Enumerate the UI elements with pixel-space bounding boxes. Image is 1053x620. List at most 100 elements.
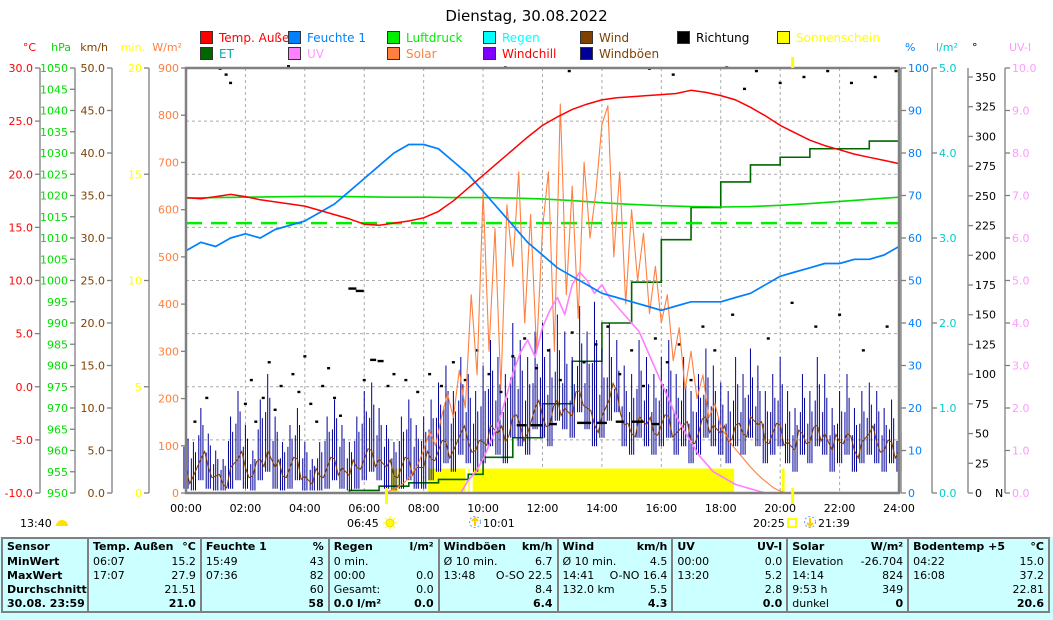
direction-dot [315,420,318,422]
x-tick-label: 16:00 [645,502,677,515]
axis-unit-label: ° [972,41,978,54]
axis-tick-label: 250 [975,190,996,203]
axis-tick-label: 995 [47,296,68,309]
axis-tick-label: 500 [158,251,179,264]
x-tick-label: 24:00 [883,502,915,515]
table-cell: 2.8 [673,583,786,597]
direction-dot [874,76,877,78]
direction-dot [511,355,514,357]
table-cell: 9:53 h349 [788,583,907,597]
axis-tick-label: 980 [47,360,68,373]
direction-dot [303,355,306,357]
axis-tick-label: 990 [47,317,68,330]
sun-moon-markers: 13:4006:4510:0120:2521:39 [20,516,850,530]
direction-dot [339,415,342,417]
direction-dot [814,325,817,327]
direction-dash [517,424,527,426]
axis-: 1009080706050403020100% [901,41,929,500]
axis-tick-label: 970 [47,402,68,415]
sun-moon-time: 06:45 [347,517,379,530]
axis-tick-label: 900 [158,62,179,75]
axis-tick-label: 20.0 [9,168,34,181]
x-tick-label: 22:00 [824,502,856,515]
axis-tick-label: 1015 [40,211,68,224]
axis-tick-label: 25 [975,457,989,470]
direction-dot [630,349,633,351]
table-cell: Gesamt:0.0 [330,583,438,597]
column-header: Windkm/h [559,539,672,555]
direction-dot [452,361,455,363]
x-tick-label: 14:00 [586,502,618,515]
axis-tick-label: 2.0 [1012,402,1030,415]
direction-dot [838,314,841,316]
sun-moon-time: 21:39 [818,517,850,530]
axis-tick-label: 35.0 [81,190,106,203]
x-tick-label: 10:00 [467,502,499,515]
axis-tick-label: 350 [975,71,996,84]
axis-tick-label: 30 [908,360,922,373]
direction-dot [826,70,829,72]
axis-tick-label: 275 [975,160,996,173]
table-cell: 58 [202,597,328,611]
axis-tick-label: 1000 [40,275,68,288]
direction-dot [606,325,609,327]
axis-tick-label: 1050 [40,62,68,75]
direction-dot [205,397,208,399]
axis-unit-label: min. [121,41,145,54]
table-cell: 0 min. [330,555,438,569]
table-cell: 17:0727.9 [89,569,200,583]
plot-area [184,65,901,493]
direction-dot [895,70,898,72]
table-cell: 8.4 [440,583,557,597]
statistics-table: SensorMinWertMaxWertDurchschnitt30.08. 2… [1,537,1050,613]
axis-tick-label: 1005 [40,253,68,266]
direction-dash [616,420,624,422]
column-header: Bodentemp +5°C [909,539,1048,555]
direction-dot [571,331,574,333]
axis-tick-label: 0.0 [88,487,106,500]
axis-unit-label: UV-I [1009,41,1031,54]
column-header: SolarW/m² [788,539,907,555]
axis-tick-label: 1030 [40,147,68,160]
direction-dot [731,314,734,316]
x-tick-label: 06:00 [348,502,380,515]
direction-dot [262,397,265,399]
table-cell: 4.3 [559,597,672,611]
axis-tick-label: 4.0 [939,147,957,160]
axis-tick-label: 45.0 [81,105,106,118]
axis-tick-label: 1025 [40,168,68,181]
row-label: 30.08. 23:59 [3,597,87,611]
axis-tick-label: 30.0 [81,232,106,245]
series-sonnenschein [391,469,785,492]
axis-tick-label: 25.0 [9,115,34,128]
direction-dash [370,359,376,361]
table-cell: 00:000.0 [673,555,786,569]
row-label: Durchschnitt [3,583,87,597]
direction-dash [356,290,364,292]
direction-dot [387,385,390,387]
axis-tick-label: 960 [47,445,68,458]
direction-dot [309,403,312,405]
moonrise-icon [472,518,478,526]
axis-tick-label: 10 [128,275,142,288]
axis-min: 20151050min. [121,41,149,500]
axis-tick-label: 3.0 [939,232,957,245]
axis-kmh: 50.045.040.035.030.025.020.015.010.05.00… [80,41,112,500]
axis-tick-label: 10.0 [1012,62,1037,75]
axis-tick-label: 90 [908,105,922,118]
table-cell: dunkel0 [788,597,907,611]
axis-tick-label: 9.0 [1012,105,1030,118]
sunset-icon [788,519,796,527]
row-label: MaxWert [3,569,87,583]
sunrise-icon [385,527,386,528]
sunshine-bar [782,469,785,492]
weather-chart-app: Dienstag, 30.08.2022 Temp. AußenFeuchte … [0,0,1053,620]
axis-tick-label: 0 [975,487,982,500]
table-cell: 22.81 [909,583,1048,597]
direction-dash [549,423,557,425]
axis-tick-label: 0.0 [939,487,957,500]
direction-dot [488,373,491,375]
axis-tick-label: 1010 [40,232,68,245]
direction-dot [321,385,324,387]
direction-dot [254,420,257,422]
